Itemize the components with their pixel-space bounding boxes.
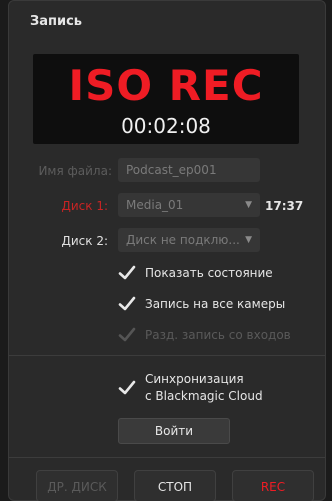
record-status-text: ISO REC xyxy=(68,61,264,110)
record-timecode: 00:02:08 xyxy=(121,114,211,138)
checkmark-icon[interactable] xyxy=(118,264,136,282)
record-all-cameras-label: Запись на все камеры xyxy=(145,297,286,311)
cloud-sync-label-line2: с Blackmagic Cloud xyxy=(145,389,263,403)
cloud-sync-option[interactable]: Синхронизация с Blackmagic Cloud xyxy=(118,370,263,406)
disk1-label: Диск 1: xyxy=(61,199,108,213)
divider xyxy=(9,457,325,458)
chevron-down-icon: ▼ xyxy=(245,200,252,210)
checkmark-icon[interactable] xyxy=(118,379,136,397)
panel-title: Запись xyxy=(30,14,83,29)
record-all-cameras-option[interactable]: Запись на все камеры xyxy=(118,293,285,315)
disk2-select[interactable]: Диск не подклю... ▼ xyxy=(118,228,260,252)
filename-label: Имя файла: xyxy=(38,164,112,178)
separate-inputs-label: Разд. запись со входов xyxy=(145,328,291,342)
show-status-label: Показать состояние xyxy=(145,266,273,280)
record-button[interactable]: REC xyxy=(232,470,314,501)
disk2-value: Диск не подклю... xyxy=(126,233,240,247)
disk2-label: Диск 2: xyxy=(61,234,108,248)
cloud-sync-label-line1: Синхронизация xyxy=(145,372,244,386)
checkmark-icon[interactable] xyxy=(118,295,136,313)
disk1-select[interactable]: Media_01 ▼ xyxy=(118,193,260,217)
filename-input[interactable]: Podcast_ep001 xyxy=(118,158,260,182)
separate-inputs-option: Разд. запись со входов xyxy=(118,324,291,346)
checkmark-icon xyxy=(118,326,136,344)
divider xyxy=(9,355,325,356)
login-button[interactable]: Войти xyxy=(118,418,230,444)
show-status-option[interactable]: Показать состояние xyxy=(118,262,273,284)
filename-value: Podcast_ep001 xyxy=(126,163,217,177)
disk1-value: Media_01 xyxy=(126,198,184,212)
record-status-display: ISO REC 00:02:08 xyxy=(33,54,299,144)
stop-button[interactable]: СТОП xyxy=(134,470,216,501)
chevron-down-icon: ▼ xyxy=(245,235,252,245)
disk1-remaining-time: 17:37 xyxy=(265,199,304,213)
alternate-disk-button[interactable]: ДР. ДИСК xyxy=(36,470,118,501)
